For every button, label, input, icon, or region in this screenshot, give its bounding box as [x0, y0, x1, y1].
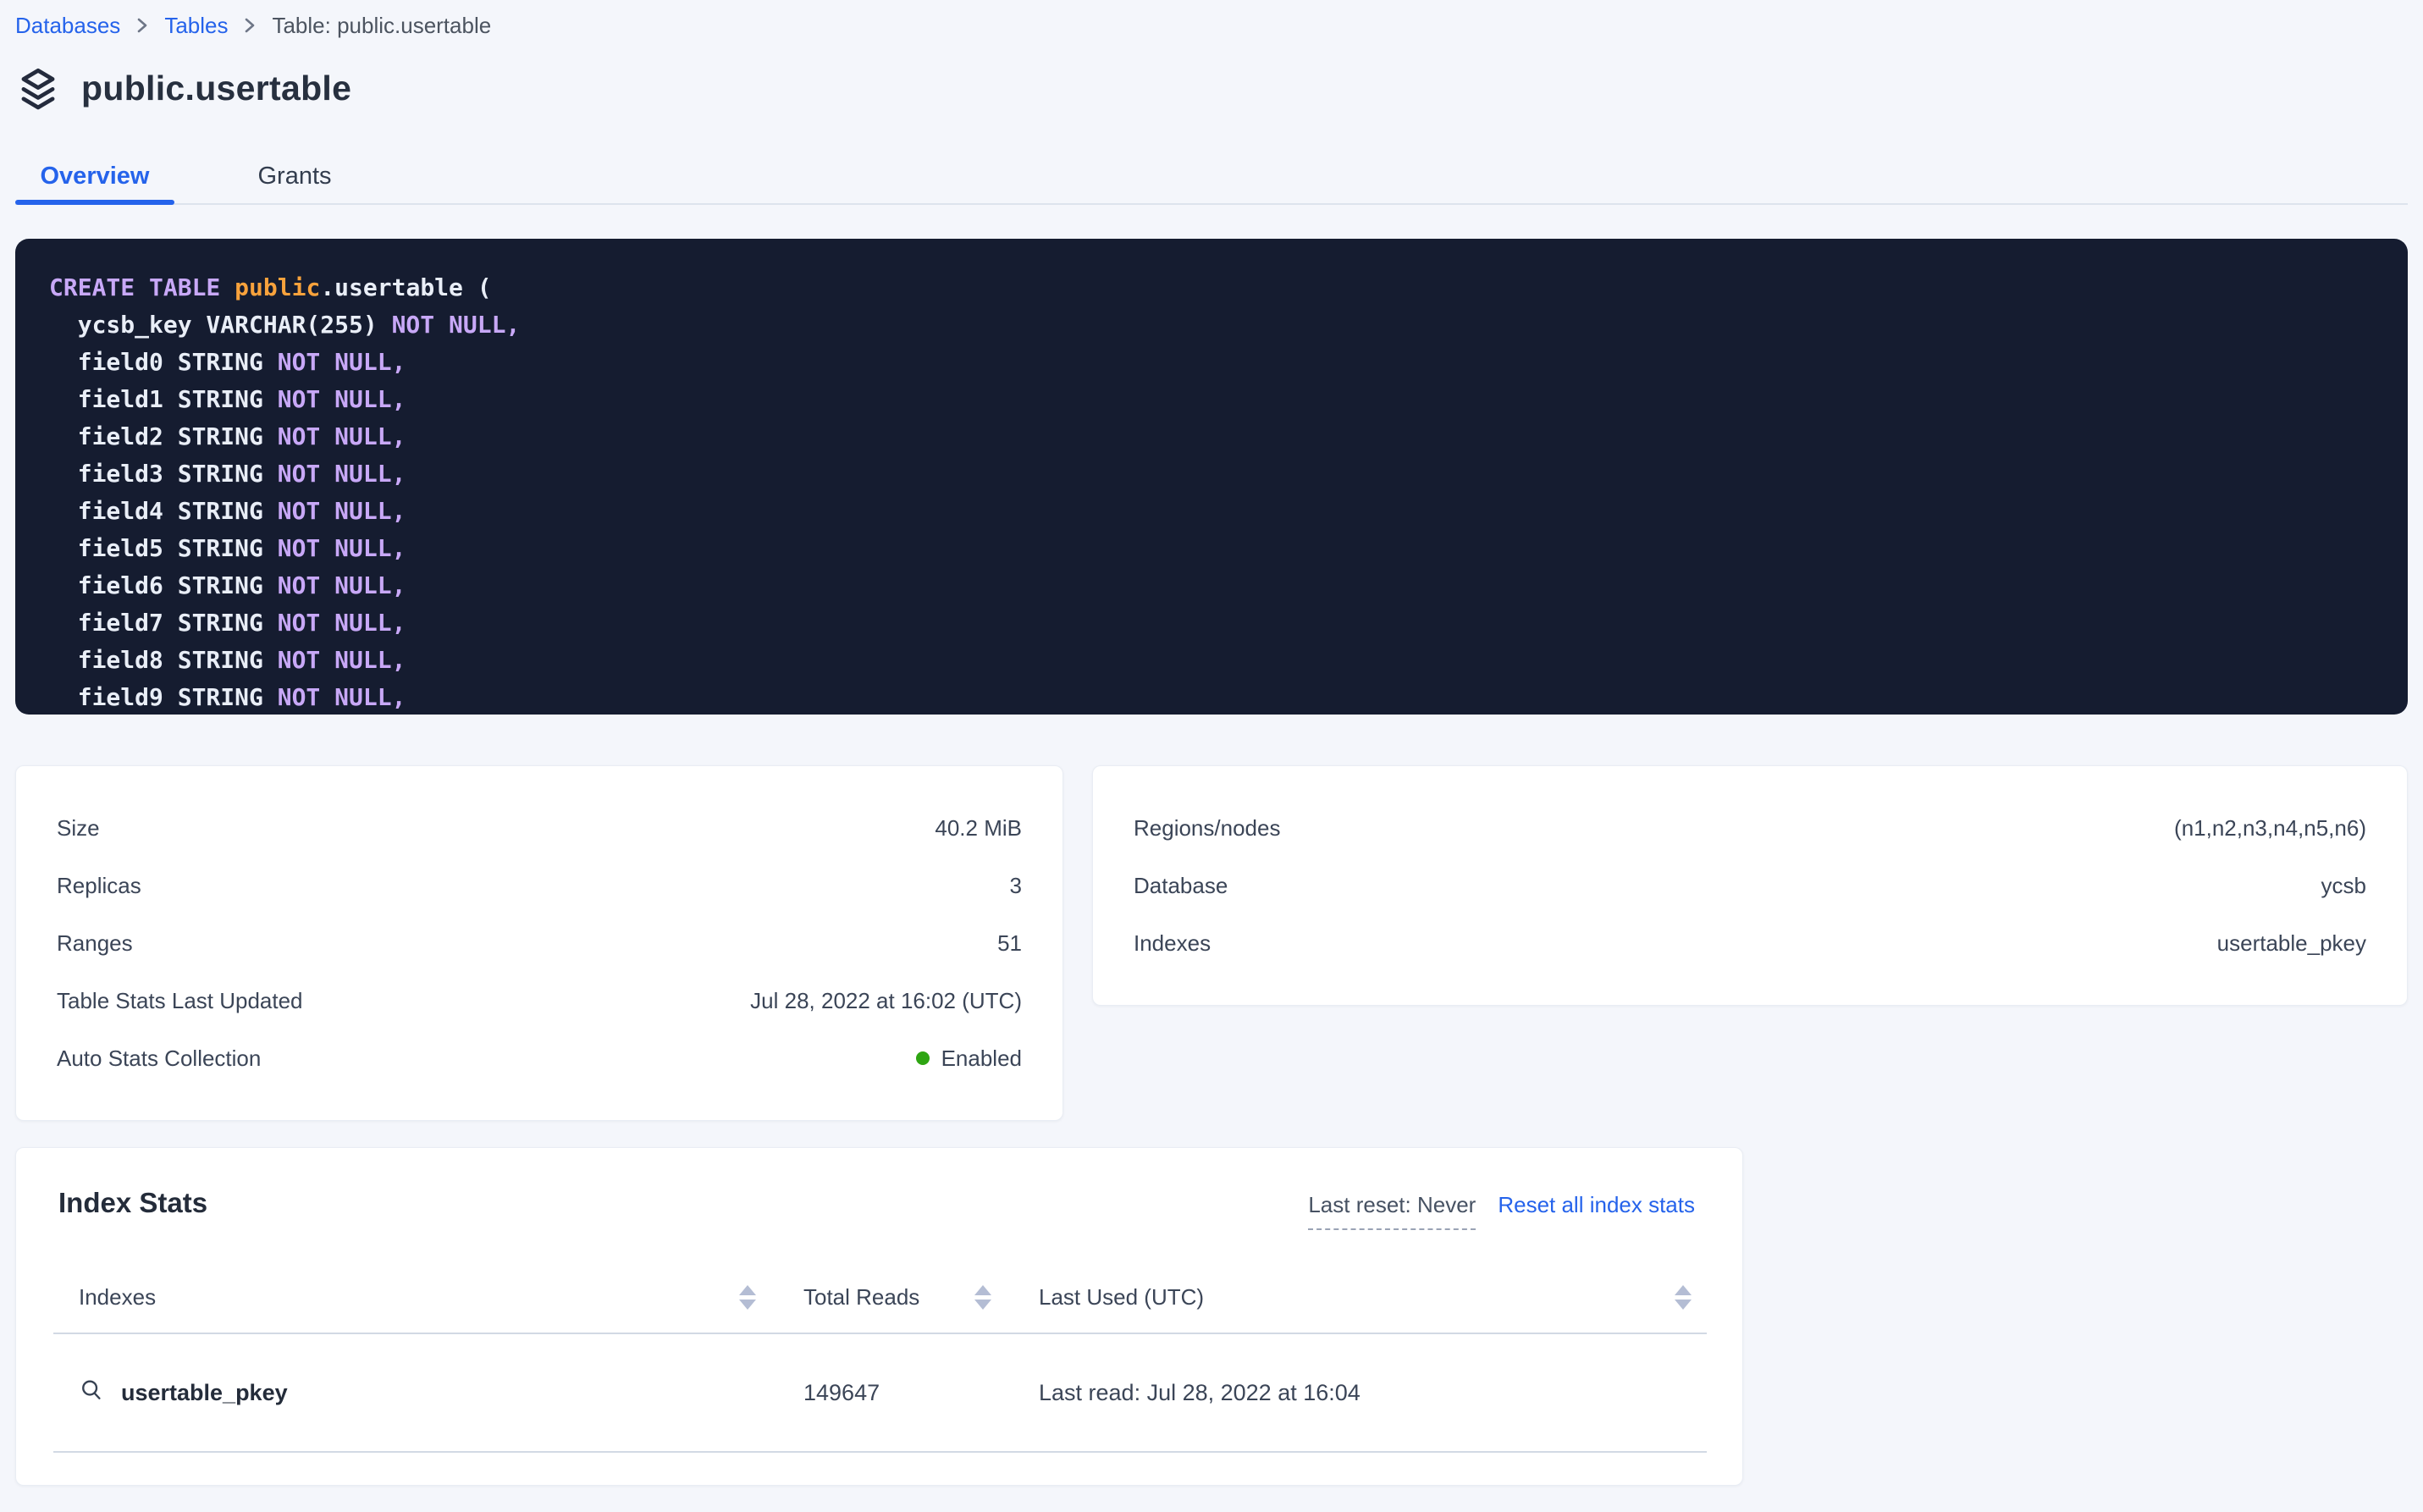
column-header-total-reads[interactable]: Total Reads	[803, 1284, 1039, 1311]
breadcrumb-link-tables[interactable]: Tables	[164, 13, 228, 39]
index-name: usertable_pkey	[121, 1380, 288, 1406]
summary-stat-row: Regions/nodes (n1,n2,n3,n4,n5,n6)	[1134, 799, 2366, 857]
stat-label: Replicas	[57, 873, 141, 899]
summary-stat-row: Ranges 51	[57, 914, 1022, 972]
breadcrumb-link-databases[interactable]: Databases	[15, 13, 120, 39]
tab-grants[interactable]: Grants	[210, 149, 379, 203]
regions-database-card: Regions/nodes (n1,n2,n3,n4,n5,n6) Database…	[1092, 765, 2408, 1006]
search-icon	[79, 1377, 104, 1409]
sql-line: field8 STRING NOT NULL,	[49, 642, 2374, 679]
index-stats-actions: Last reset: Never Reset all index stats	[1308, 1192, 1695, 1230]
sort-arrows-icon[interactable]	[974, 1285, 991, 1310]
sql-line: field1 STRING NOT NULL,	[49, 381, 2374, 418]
stat-value: 51	[997, 930, 1022, 957]
column-header-indexes[interactable]: Indexes	[79, 1284, 803, 1311]
table-details-card: Size 40.2 MiB Replicas 3 Ranges 51 Table Stats…	[15, 765, 1063, 1121]
summary-stat-row: Replicas 3	[57, 857, 1022, 914]
sql-line: field2 STRING NOT NULL,	[49, 418, 2374, 455]
stat-label: Ranges	[57, 930, 133, 957]
summary-stat-row: Auto Stats Collection Enabled	[57, 1029, 1022, 1087]
breadcrumb: Databases Tables Table: public.usertable	[15, 8, 2408, 42]
create-table-statement: CREATE TABLE public.usertable ( ycsb_key…	[15, 239, 2408, 715]
stat-value: usertable_pkey	[2217, 930, 2366, 957]
sql-line: field3 STRING NOT NULL,	[49, 455, 2374, 493]
column-header-label: Indexes	[79, 1284, 156, 1311]
sql-line: field4 STRING NOT NULL,	[49, 493, 2374, 530]
stat-value: Jul 28, 2022 at 16:02 (UTC)	[750, 988, 1022, 1014]
page-header: public.usertable	[15, 64, 2408, 112]
index-name-cell[interactable]: usertable_pkey	[79, 1377, 803, 1409]
sql-line: ycsb_key VARCHAR(255) NOT NULL,	[49, 306, 2374, 344]
sort-arrows-icon[interactable]	[1675, 1285, 1692, 1310]
total-reads-cell: 149647	[803, 1380, 1039, 1406]
row-divider	[53, 1451, 1707, 1453]
last-used-cell: Last read: Jul 28, 2022 at 16:04	[1039, 1380, 1692, 1406]
stat-value: 3	[1010, 873, 1022, 899]
sql-line: field0 STRING NOT NULL,	[49, 344, 2374, 381]
chevron-right-icon	[243, 14, 257, 36]
sql-line: field9 STRING NOT NULL,	[49, 679, 2374, 715]
sql-line: CREATE TABLE public.usertable (	[49, 269, 2374, 306]
stat-label: Database	[1134, 873, 1228, 899]
sql-line: field6 STRING NOT NULL,	[49, 567, 2374, 604]
tab-overview[interactable]: Overview	[15, 149, 174, 203]
reset-all-index-stats-link[interactable]: Reset all index stats	[1498, 1192, 1695, 1218]
stat-label: Indexes	[1134, 930, 1211, 957]
tab-bar: Overview Grants	[15, 149, 2408, 205]
index-stats-card: Index Stats Last reset: Never Reset all …	[15, 1147, 1743, 1486]
summary-stat-row: Database ycsb	[1134, 857, 2366, 914]
chevron-right-icon	[135, 14, 149, 36]
stat-label: Regions/nodes	[1134, 815, 1280, 842]
stat-label: Table Stats Last Updated	[57, 988, 303, 1014]
last-reset-label: Last reset: Never	[1308, 1192, 1476, 1230]
column-header-label: Last Used (UTC)	[1039, 1284, 1204, 1311]
page-title: public.usertable	[81, 69, 351, 108]
stat-label: Size	[57, 815, 100, 842]
index-stats-table-header: Indexes Total Reads Last Used (UTC)	[16, 1261, 1742, 1333]
index-stats-title: Index Stats	[58, 1187, 207, 1219]
index-stats-row: usertable_pkey 149647Last read: Jul 28, 2…	[16, 1334, 1742, 1451]
index-stats-table-body: usertable_pkey 149647Last read: Jul 28, 2…	[16, 1334, 1742, 1453]
column-header-last-used-utc-[interactable]: Last Used (UTC)	[1039, 1284, 1692, 1311]
status-dot-green	[916, 1051, 930, 1065]
summary-cards-row: Size 40.2 MiB Replicas 3 Ranges 51 Table Stats…	[15, 765, 2408, 1121]
stat-value: (n1,n2,n3,n4,n5,n6)	[2174, 815, 2366, 842]
stat-label: Auto Stats Collection	[57, 1046, 261, 1072]
index-stats-header: Index Stats Last reset: Never Reset all …	[16, 1148, 1742, 1224]
sql-line: field5 STRING NOT NULL,	[49, 530, 2374, 567]
breadcrumb-current: Table: public.usertable	[272, 13, 491, 39]
stat-value: Enabled	[916, 1046, 1022, 1072]
stat-value: 40.2 MiB	[935, 815, 1022, 842]
sql-line: field7 STRING NOT NULL,	[49, 604, 2374, 642]
summary-stat-row: Size 40.2 MiB	[57, 799, 1022, 857]
table-stack-icon	[15, 65, 61, 111]
stat-value: ycsb	[2321, 873, 2366, 899]
table-details-page: Databases Tables Table: public.usertable…	[0, 0, 2423, 1486]
summary-stat-row: Indexes usertable_pkey	[1134, 914, 2366, 972]
sort-arrows-icon[interactable]	[739, 1285, 756, 1310]
summary-stat-row: Table Stats Last Updated Jul 28, 2022 at …	[57, 972, 1022, 1029]
column-header-label: Total Reads	[803, 1284, 919, 1311]
